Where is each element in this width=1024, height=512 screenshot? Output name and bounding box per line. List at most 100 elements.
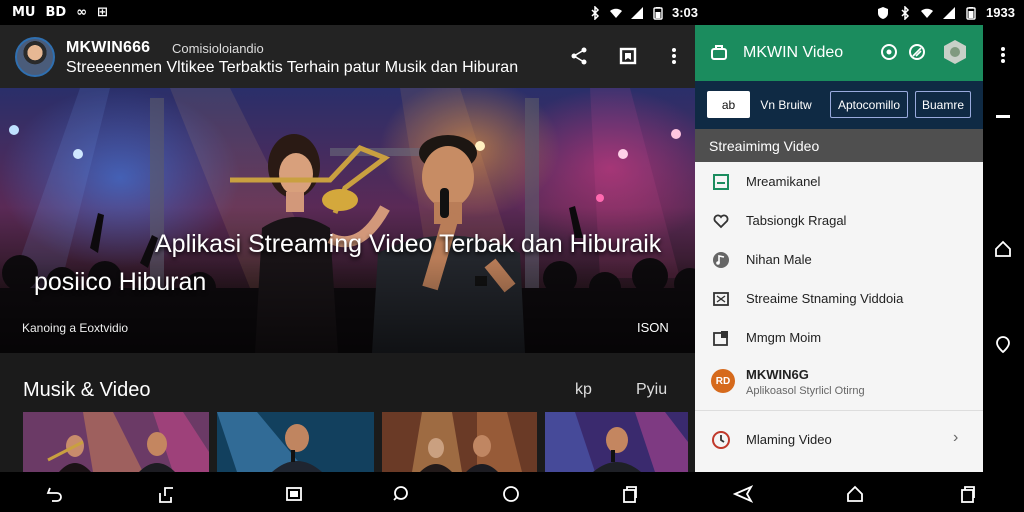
account-name: MKWIN6G bbox=[746, 367, 809, 382]
navigation-bar bbox=[0, 472, 1024, 512]
share-nav-button[interactable] bbox=[157, 484, 177, 504]
more-vert-icon bbox=[672, 48, 676, 64]
tab-4[interactable]: Buamre bbox=[915, 91, 971, 118]
circle-icon bbox=[503, 486, 519, 502]
thumbnail-image bbox=[217, 412, 374, 472]
channel-avatar[interactable] bbox=[15, 37, 55, 77]
drawer-item-label: Nihan Male bbox=[746, 252, 812, 267]
drawer-item-streaming[interactable]: Mlaming Video › bbox=[695, 421, 983, 460]
recents-button[interactable] bbox=[620, 484, 640, 504]
minimize-button[interactable] bbox=[993, 107, 1013, 127]
system-icons-left-pane: 3:03 bbox=[588, 5, 698, 20]
recents-button-2[interactable] bbox=[958, 484, 978, 504]
copy-icon bbox=[623, 486, 637, 503]
thumbnail-image bbox=[23, 412, 209, 472]
video-header: MKWIN666 Comisioloiandio Streeeenmen Vlt… bbox=[0, 25, 695, 88]
drawer-item-label: Tabsiongk Rragal bbox=[746, 213, 847, 228]
drawer-item[interactable]: Mmgm Moim bbox=[695, 318, 983, 357]
section-action[interactable]: kp bbox=[575, 381, 592, 399]
drawer-item[interactable]: Mreamikanel bbox=[695, 162, 983, 201]
drawer-header: MKWIN Video bbox=[695, 25, 983, 81]
drawer-item-label: Mlaming Video bbox=[746, 432, 832, 447]
home-icon bbox=[995, 240, 1011, 257]
heart-icon bbox=[711, 211, 731, 231]
notification-icon: BD bbox=[45, 5, 67, 20]
channel-name[interactable]: MKWIN666 bbox=[66, 39, 150, 57]
bluetooth-icon bbox=[591, 5, 600, 20]
video-thumbnail[interactable] bbox=[217, 412, 374, 472]
cast-icon[interactable] bbox=[879, 42, 899, 62]
drawer-title: MKWIN Video bbox=[743, 44, 844, 61]
video-thumbnail[interactable] bbox=[545, 412, 688, 472]
bluetooth-icon bbox=[901, 5, 910, 20]
overview-button[interactable] bbox=[284, 484, 304, 504]
tab-2[interactable]: Vn Bruitw bbox=[757, 91, 815, 118]
video-title: Streeeenmen Vltikee Terbaktis Terhain pa… bbox=[66, 59, 519, 76]
drawer-item-label: Mreamikanel bbox=[746, 174, 821, 189]
bookmark-icon bbox=[619, 47, 637, 65]
thumbnail-image bbox=[382, 412, 537, 472]
section-action[interactable]: Pyiu bbox=[636, 381, 667, 399]
back-arrow-icon bbox=[46, 487, 62, 502]
chevron-right-icon: › bbox=[953, 429, 959, 446]
more-vert-icon bbox=[1001, 47, 1005, 63]
featured-title: Aplikasi Streaming Video Terbak dan Hibu… bbox=[155, 230, 662, 258]
clock: 3:03 bbox=[672, 5, 699, 20]
tab-1[interactable]: ab bbox=[707, 91, 750, 118]
settings-icon[interactable] bbox=[907, 42, 927, 62]
copy-icon bbox=[961, 486, 975, 503]
notification-icon: ⊞ bbox=[97, 5, 108, 20]
location-button[interactable] bbox=[993, 335, 1013, 355]
section-title: Streaimimg Video bbox=[709, 138, 820, 154]
drawer-item[interactable]: Streaime Stnaming Viddoia bbox=[695, 279, 983, 318]
system-rail bbox=[983, 25, 1024, 472]
thumbnail-image bbox=[545, 412, 688, 472]
overflow-menu-button[interactable] bbox=[993, 45, 1013, 65]
back-nav-button[interactable] bbox=[733, 484, 753, 504]
drawer-item[interactable]: Nihan Male bbox=[695, 240, 983, 279]
account-subtitle: Aplikoasol Styrlicl Otirng bbox=[746, 385, 865, 397]
drawer-item[interactable]: Tabsiongk Rragal bbox=[695, 201, 983, 240]
video-thumbnail[interactable] bbox=[23, 412, 209, 472]
drawer-tabs: ab Vn Bruitw Aptocomillo Buamre bbox=[695, 81, 983, 129]
minus-icon bbox=[996, 115, 1010, 118]
concert-scene-image bbox=[0, 88, 695, 353]
share-box-icon bbox=[159, 487, 173, 503]
triangle-left-icon bbox=[733, 485, 753, 503]
signal-icon bbox=[943, 6, 955, 19]
music-note-icon bbox=[711, 250, 731, 270]
drawer-item-label: Streaime Stnaming Viddoia bbox=[746, 291, 904, 306]
home-nav-button-2[interactable] bbox=[845, 484, 865, 504]
tab-3[interactable]: Aptocomillo bbox=[830, 91, 908, 118]
share-button[interactable] bbox=[566, 43, 592, 69]
home-icon bbox=[847, 485, 863, 502]
featured-video[interactable]: Aplikasi Streaming Video Terbak dan Hibu… bbox=[0, 88, 695, 353]
back-button[interactable] bbox=[45, 484, 65, 504]
battery-icon bbox=[966, 6, 976, 20]
featured-duration: ISON bbox=[637, 320, 669, 335]
profile-icon[interactable] bbox=[942, 39, 968, 65]
app-logo-icon bbox=[711, 45, 727, 60]
search-icon bbox=[393, 486, 408, 501]
drawer-item-label: Mmgm Moim bbox=[746, 330, 822, 345]
square-outline-icon bbox=[711, 172, 731, 192]
share-icon bbox=[571, 47, 587, 65]
video-thumbnail[interactable] bbox=[382, 412, 537, 472]
wifi-icon bbox=[610, 8, 622, 18]
crop-icon bbox=[711, 289, 731, 309]
section-title: Musik & Video bbox=[23, 379, 151, 401]
notification-icon: ∞ bbox=[76, 5, 88, 20]
status-bar: MU BD ∞ ⊞ 3:03 1933 bbox=[0, 0, 1024, 25]
more-options-button[interactable] bbox=[661, 43, 687, 69]
square-icon bbox=[286, 487, 302, 501]
clock: 1933 bbox=[986, 5, 1015, 20]
save-button[interactable] bbox=[615, 43, 641, 69]
search-nav-button[interactable] bbox=[391, 484, 411, 504]
home-nav-button[interactable] bbox=[501, 484, 521, 504]
notification-icon: MU bbox=[12, 5, 36, 20]
device-screen: MU BD ∞ ⊞ 3:03 1933 MKWIN666 Comisioloia… bbox=[0, 0, 1024, 512]
shield-icon bbox=[878, 6, 888, 19]
account-row[interactable]: RD MKWIN6G Aplikoasol Styrlicl Otirng bbox=[695, 359, 983, 411]
featured-subtitle: posiico Hiburan bbox=[34, 268, 207, 296]
home-button[interactable] bbox=[993, 239, 1013, 259]
